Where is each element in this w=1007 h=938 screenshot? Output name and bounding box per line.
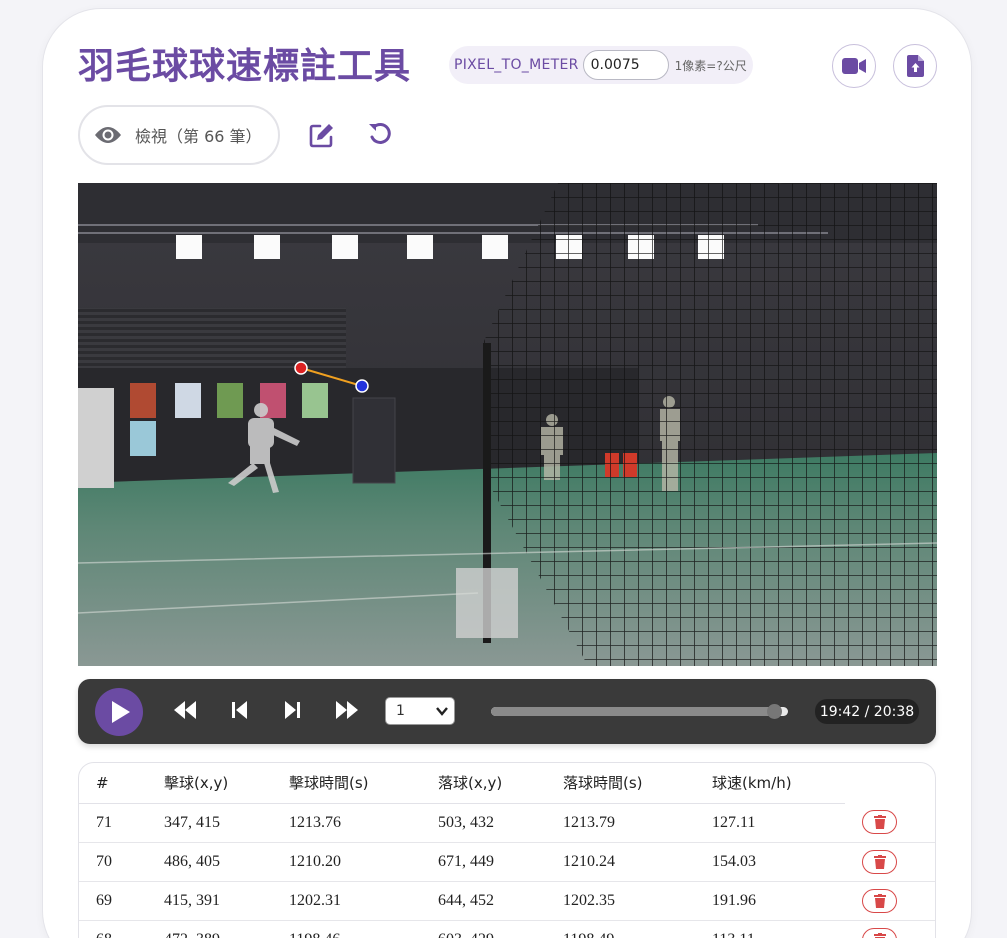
- cell-id: 70: [79, 842, 147, 882]
- cell-actions: [845, 842, 935, 882]
- next-frame-button[interactable]: [284, 701, 300, 719]
- calibration-group: PIXEL_TO_METER 1像素=?公尺: [449, 46, 753, 84]
- edit-icon: [309, 122, 335, 148]
- undo-button[interactable]: [365, 119, 395, 149]
- seek-progress-fill: [491, 707, 775, 716]
- app-title: 羽毛球球速標註工具: [78, 46, 412, 87]
- cell-id: 71: [79, 803, 147, 843]
- cell-speed: 113.11: [695, 920, 845, 938]
- trash-icon: [873, 893, 886, 908]
- delete-row-button[interactable]: [862, 888, 897, 913]
- pixel-to-meter-input[interactable]: [582, 50, 669, 80]
- cell-hit-time: 1198.46: [272, 920, 421, 938]
- table-row[interactable]: 68 472, 389 1198.46 603, 429 1198.49 113…: [79, 920, 935, 938]
- trash-icon: [873, 854, 886, 869]
- seek-slider-thumb[interactable]: [767, 704, 783, 719]
- fast-forward-button[interactable]: [336, 701, 358, 719]
- cell-id: 68: [79, 920, 147, 938]
- video-control-bar: 1 19:42 / 20:38: [78, 679, 936, 744]
- annotation-table-container: # 擊球(x,y) 擊球時間(s) 落球(x,y) 落球時間(s) 球速(km/…: [78, 762, 936, 938]
- view-mode-label: 檢視（第 66 筆）: [135, 127, 262, 146]
- badminton-court-video: [78, 183, 937, 666]
- cell-actions: [845, 920, 935, 938]
- table-row[interactable]: 69 415, 391 1202.31 644, 452 1202.35 191…: [79, 881, 935, 921]
- hit-point-marker[interactable]: [294, 361, 308, 375]
- cell-hit-time: 1213.76: [272, 803, 421, 843]
- load-video-button[interactable]: [832, 44, 876, 88]
- column-header-land-time: 落球時間(s): [546, 763, 695, 804]
- video-frame[interactable]: [78, 183, 937, 666]
- column-header-hit-time: 擊球時間(s): [272, 763, 421, 804]
- cell-hit-position: 415, 391: [147, 881, 272, 921]
- chevron-down-icon: [436, 703, 448, 723]
- time-display: 19:42 / 20:38: [815, 699, 919, 724]
- landing-point-marker[interactable]: [355, 379, 369, 393]
- play-button[interactable]: [95, 688, 143, 736]
- cell-land-time: 1210.24: [546, 842, 695, 882]
- file-upload-icon: [906, 55, 924, 77]
- view-mode-toggle[interactable]: 檢視（第 66 筆）: [78, 105, 280, 165]
- cell-speed: 127.11: [695, 803, 845, 843]
- playback-speed-select[interactable]: 1: [385, 697, 455, 725]
- table-row[interactable]: 70 486, 405 1210.20 671, 449 1210.24 154…: [79, 842, 935, 882]
- annotation-table: # 擊球(x,y) 擊球時間(s) 落球(x,y) 落球時間(s) 球速(km/…: [79, 763, 935, 938]
- eye-icon: [94, 125, 122, 145]
- play-icon: [112, 701, 130, 723]
- cell-hit-time: 1202.31: [272, 881, 421, 921]
- cell-land-position: 603, 429: [421, 920, 546, 938]
- delete-row-button[interactable]: [862, 810, 897, 835]
- cell-hit-position: 472, 389: [147, 920, 272, 938]
- export-file-button[interactable]: [893, 44, 937, 88]
- cell-id: 69: [79, 881, 147, 921]
- cell-hit-position: 347, 415: [147, 803, 272, 843]
- column-header-speed: 球速(km/h): [695, 763, 845, 804]
- trash-icon: [873, 932, 886, 938]
- delete-row-button[interactable]: [862, 927, 897, 938]
- rewind-button[interactable]: [174, 701, 196, 719]
- delete-row-button[interactable]: [862, 849, 897, 874]
- speed-value: 1: [396, 703, 405, 719]
- fast-forward-icon: [336, 701, 358, 719]
- table-row[interactable]: 71 347, 415 1213.76 503, 432 1213.79 127…: [79, 803, 935, 843]
- step-backward-icon: [232, 701, 248, 719]
- calibration-hint: 1像素=?公尺: [674, 58, 747, 73]
- edit-button[interactable]: [306, 119, 338, 151]
- cell-land-time: 1213.79: [546, 803, 695, 843]
- step-forward-icon: [284, 701, 300, 719]
- table-header-row: # 擊球(x,y) 擊球時間(s) 落球(x,y) 落球時間(s) 球速(km/…: [79, 763, 935, 804]
- cell-land-time: 1202.35: [546, 881, 695, 921]
- cell-land-position: 644, 452: [421, 881, 546, 921]
- cell-land-position: 503, 432: [421, 803, 546, 843]
- cell-actions: [845, 881, 935, 921]
- column-header-id: #: [79, 763, 147, 804]
- previous-frame-button[interactable]: [232, 701, 248, 719]
- rewind-icon: [174, 701, 196, 719]
- video-camera-icon: [842, 57, 866, 75]
- column-header-actions: [845, 763, 935, 803]
- cell-actions: [845, 803, 935, 843]
- column-header-land-position: 落球(x,y): [421, 763, 546, 804]
- cell-land-position: 671, 449: [421, 842, 546, 882]
- seek-slider[interactable]: [491, 704, 788, 719]
- cell-speed: 191.96: [695, 881, 845, 921]
- column-header-hit-position: 擊球(x,y): [147, 763, 272, 804]
- cell-hit-time: 1210.20: [272, 842, 421, 882]
- cell-hit-position: 486, 405: [147, 842, 272, 882]
- cell-land-time: 1198.49: [546, 920, 695, 938]
- trash-icon: [873, 815, 886, 830]
- undo-icon: [367, 121, 393, 147]
- cell-speed: 154.03: [695, 842, 845, 882]
- calibration-label: PIXEL_TO_METER: [454, 57, 579, 73]
